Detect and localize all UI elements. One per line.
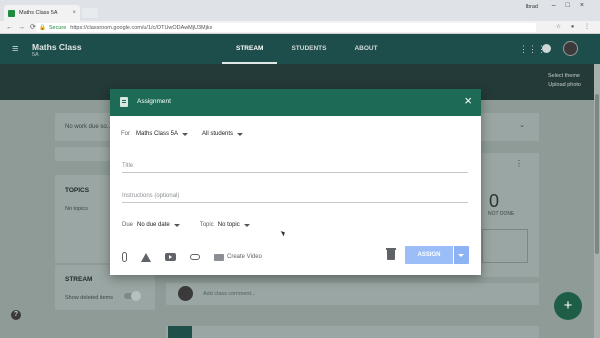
new-tab-button[interactable]	[82, 8, 98, 18]
scrollbar-thumb[interactable]	[595, 94, 599, 254]
class-section: 5A	[32, 52, 39, 58]
avatar	[178, 286, 193, 301]
classroom-header: ≡ Maths Class 5A STREAM STUDENTS ABOUT ⋮…	[0, 34, 600, 64]
link-icon[interactable]	[190, 254, 200, 260]
due-date-value: No due date	[137, 222, 170, 228]
notifications-icon[interactable]	[542, 44, 551, 53]
title-field[interactable]: Title	[122, 163, 468, 173]
no-work-due-text: No work due so...	[65, 124, 112, 130]
close-icon[interactable]: ×	[464, 94, 472, 107]
youtube-icon[interactable]	[165, 253, 176, 261]
class-tabs: STREAM STUDENTS ABOUT	[222, 34, 392, 64]
chevron-down-icon	[173, 223, 180, 227]
upload-photo-link[interactable]: Upload photo	[548, 82, 581, 88]
upcoming-subcard	[55, 147, 110, 161]
tab-students[interactable]: STUDENTS	[277, 34, 340, 64]
tab-stream[interactable]: STREAM	[222, 34, 278, 64]
window-controls[interactable]: –□×	[552, 2, 594, 9]
scrollbar[interactable]	[594, 64, 600, 338]
browser-user[interactable]: Ibrad	[525, 4, 538, 10]
attachment-toolbar: Create Video	[122, 252, 262, 262]
stream-heading: STREAM	[65, 276, 93, 283]
students-select-value: All students	[202, 131, 234, 137]
more-vert-icon[interactable]: ⋮	[515, 159, 523, 168]
chevron-down-icon	[182, 132, 189, 136]
browser-tab[interactable]: Maths Class 5A ×	[4, 5, 80, 21]
browser-tab-bar: Maths Class 5A × Ibrad –□×	[0, 0, 600, 21]
show-deleted-toggle[interactable]	[124, 291, 141, 301]
stream-post-card	[166, 326, 539, 338]
add-fab-button[interactable]: +	[554, 292, 582, 320]
chevron-down-icon[interactable]: ⌄	[519, 121, 525, 129]
class-select-value: Maths Class 5A	[136, 131, 179, 137]
select-theme-link[interactable]: Select theme	[548, 73, 580, 79]
lock-icon: 🔒	[39, 24, 46, 31]
url-text: https://classroom.google.com/u/1/c/OTUwO…	[70, 24, 213, 31]
address-bar[interactable]: 🔒 Secure https://classroom.google.com/u/…	[36, 23, 536, 32]
topic-label: Topic	[199, 222, 214, 228]
delete-icon[interactable]	[386, 248, 396, 260]
show-deleted-label: Show deleted items	[65, 295, 113, 301]
class-select[interactable]: Maths Class 5A	[136, 131, 189, 137]
dialog-title: Assignment	[137, 98, 171, 105]
help-icon[interactable]: ?	[11, 310, 21, 320]
tab-about[interactable]: ABOUT	[340, 34, 391, 64]
for-row: For Maths Class 5A All students	[121, 131, 257, 137]
for-label: For	[121, 131, 130, 137]
assignment-icon	[120, 97, 128, 107]
avatar[interactable]	[563, 41, 578, 56]
create-video-icon[interactable]	[214, 253, 224, 261]
class-name[interactable]: Maths Class	[32, 42, 82, 52]
hamburger-menu-icon[interactable]: ≡	[12, 43, 18, 55]
not-done-label: NOT DONE	[488, 211, 515, 217]
stats-box	[482, 229, 528, 263]
no-topics-text: No topics	[65, 206, 88, 212]
assignment-dialog: Assignment × For Maths Class 5A All stud…	[110, 89, 481, 275]
google-drive-icon[interactable]	[141, 252, 151, 262]
classroom-favicon-icon	[8, 9, 15, 17]
dialog-header: Assignment ×	[110, 89, 481, 116]
students-select[interactable]: All students	[202, 131, 244, 137]
extension-icons[interactable]: ☆ ● ⋮	[556, 23, 594, 30]
chevron-down-icon	[237, 132, 244, 136]
attach-file-icon[interactable]	[122, 252, 127, 262]
address-bar-row: ←→⟳ 🔒 Secure https://classroom.google.co…	[0, 21, 600, 34]
assign-button[interactable]: ASSIGN	[405, 246, 453, 264]
chevron-down-icon	[243, 223, 250, 227]
not-done-count: 0	[489, 191, 500, 211]
post-thumbnail	[168, 326, 192, 338]
create-video-button[interactable]: Create Video	[227, 254, 262, 260]
close-tab-icon[interactable]: ×	[72, 10, 76, 16]
assignment-stats-card: ⋮ 0 NOT DONE	[482, 153, 539, 277]
due-date-select[interactable]: No due date	[137, 222, 180, 228]
topics-heading: TOPICS	[65, 187, 90, 194]
topic-value: No topic	[217, 222, 240, 228]
browser-tab-title: Maths Class 5A	[19, 10, 58, 16]
add-comment-input[interactable]: Add class comment...	[203, 291, 256, 297]
instructions-field[interactable]: Instructions (optional)	[122, 193, 468, 203]
due-topic-row: Due No due date Topic No topic	[122, 222, 270, 228]
due-label: Due	[122, 222, 134, 228]
topic-select[interactable]: No topic	[218, 222, 250, 228]
secure-label: Secure	[48, 24, 67, 31]
assign-options-button[interactable]	[454, 246, 469, 264]
class-comment-card: Add class comment...	[166, 283, 539, 305]
